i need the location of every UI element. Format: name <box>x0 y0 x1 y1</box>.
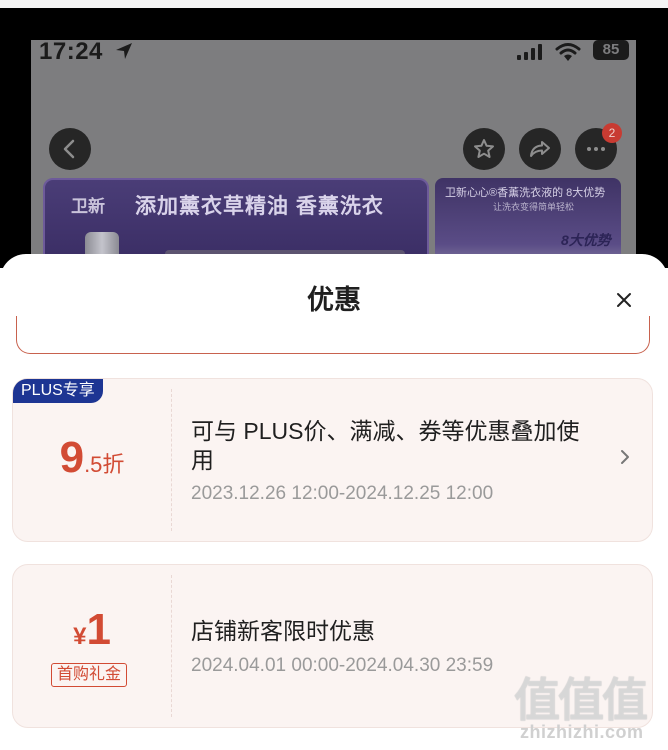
banner-brand: 卫新 <box>71 197 105 217</box>
banner-side-title: 卫新心心®香薰洗衣液的 8大优势 <box>445 187 606 199</box>
wifi-icon <box>555 43 581 61</box>
coupon-divider <box>171 389 172 531</box>
coupon-validity: 2024.04.01 00:00-2024.04.30 23:59 <box>191 655 494 676</box>
coupon-amount-value: 1 <box>86 605 111 654</box>
notification-badge: 2 <box>602 123 622 143</box>
location-arrow-icon <box>116 43 132 59</box>
top-strip <box>0 0 668 8</box>
currency-symbol: ¥ <box>73 623 87 650</box>
favorite-button[interactable] <box>463 128 505 170</box>
first-purchase-gift-tag: 首购礼金 <box>51 663 128 687</box>
back-button[interactable] <box>49 128 91 170</box>
close-icon[interactable] <box>610 286 638 314</box>
status-time: 17:24 <box>39 40 103 65</box>
signal-icon <box>517 44 542 60</box>
previous-coupon-card-edge <box>16 316 650 354</box>
back-icon <box>63 139 75 159</box>
coupon-validity: 2023.12.26 12:00-2024.12.25 12:00 <box>191 483 494 504</box>
share-icon <box>530 141 550 157</box>
more-icon <box>587 147 605 151</box>
banner-main-text: 添加薰衣草精油 香薰洗衣 <box>135 195 384 218</box>
battery-icon: 85 <box>593 40 629 60</box>
coupon-card-plus[interactable]: PLUS专享 9.5折 可与 PLUS价、满减、券等优惠叠加使用 2023.12… <box>12 378 653 542</box>
discount-value: 9.5折 <box>13 433 171 483</box>
watermark-logo: 值值值 <box>514 674 648 726</box>
star-icon <box>474 139 494 158</box>
discount-value-suffix: .5折 <box>84 452 125 477</box>
coupon-divider <box>171 575 172 717</box>
site-watermark: 值值值 zhizhizhi.com <box>514 664 664 748</box>
sheet-title: 优惠 <box>307 285 361 315</box>
chevron-right-icon[interactable] <box>617 447 633 467</box>
coupon-amount: ¥1 <box>13 605 171 655</box>
discount-value-main: 9 <box>59 433 85 482</box>
plus-exclusive-tag: PLUS专享 <box>13 379 103 403</box>
coupon-description: 可与 PLUS价、满减、券等优惠叠加使用 <box>191 418 580 473</box>
watermark-url: zhizhizhi.com <box>520 722 644 742</box>
share-button[interactable] <box>519 128 561 170</box>
banner-side-badge: 8大优势 <box>561 232 611 248</box>
coupon-description: 店铺新客限时优惠 <box>191 618 375 644</box>
banner-side-subtitle: 让洗衣变得简单轻松 <box>493 202 575 212</box>
dimmed-product-page[interactable]: 17:24 85 2 卫新 添加薰衣草精油 香薰洗衣 卫新心心®香薰洗衣液的 8… <box>31 40 636 270</box>
